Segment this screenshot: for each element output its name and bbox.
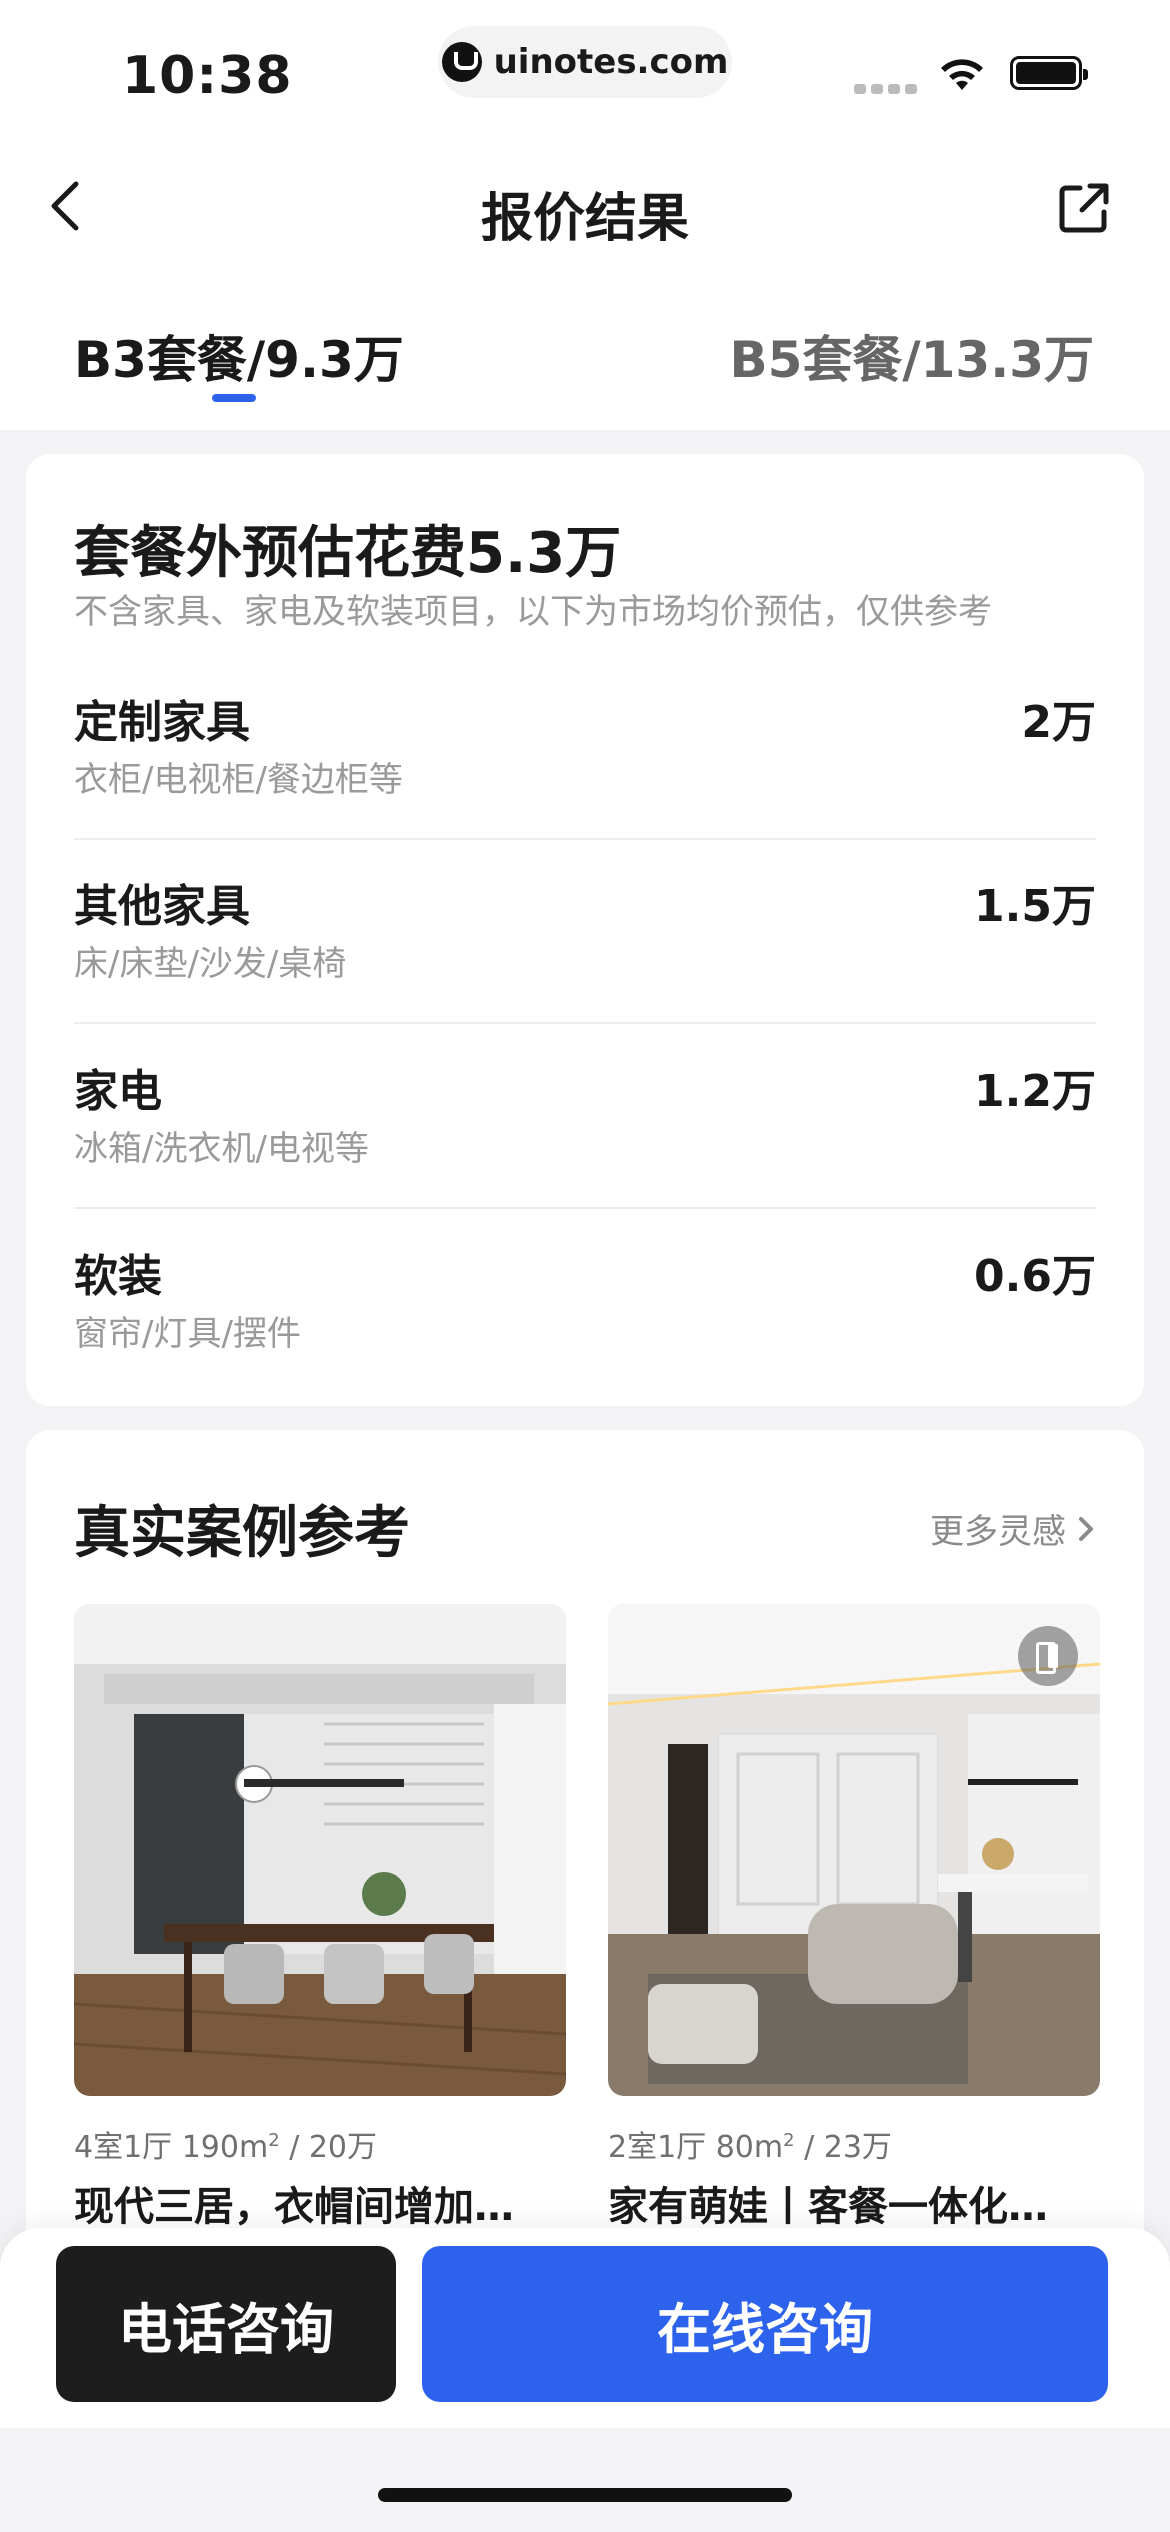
cost-row-desc: 冰箱/洗衣机/电视等 (74, 1129, 369, 1169)
case-name: 现代三居，衣帽间增加… (74, 2184, 514, 2230)
site-logo-icon (441, 42, 482, 82)
status-bar: 10:38 uinotes.com (0, 0, 1170, 140)
status-time: 10:38 (122, 46, 293, 106)
real-cases-title: 真实案例参考 (74, 1501, 410, 1566)
cost-row-value: 1.5万 (974, 881, 1096, 932)
package-tabs: B3套餐/9.3万 B5套餐/13.3万 (0, 270, 1170, 430)
cost-row-desc: 窗帘/灯具/摆件 (74, 1314, 301, 1354)
divider (74, 838, 1096, 840)
more-inspiration-link[interactable]: 更多灵感 (930, 1504, 1096, 1553)
active-tab-indicator (212, 394, 256, 402)
cost-row-label: 软装 (74, 1251, 162, 1302)
cost-row-desc: 床/床垫/沙发/桌椅 (74, 944, 347, 984)
case-item[interactable]: 2室1厅 80m2 / 23万 家有萌娃丨客餐一体化… (608, 1604, 1100, 2232)
cost-row-appliances: 家电 冰箱/洗衣机/电视等 1.2万 (74, 1055, 1096, 1241)
cost-row-desc: 衣柜/电视柜/餐边柜等 (74, 760, 403, 800)
cost-row-value: 2万 (1021, 697, 1096, 748)
cost-row-other-furniture: 其他家具 床/床垫/沙发/桌椅 1.5万 (74, 870, 1096, 1056)
cost-row-soft-decor: 软装 窗帘/灯具/摆件 0.6万 (74, 1240, 1096, 1426)
cost-row-label: 定制家具 (74, 697, 250, 748)
cost-row-label: 其他家具 (74, 881, 250, 932)
cost-row-custom-furniture: 定制家具 衣柜/电视柜/餐边柜等 2万 (74, 686, 1096, 872)
bottom-safe-area (0, 2428, 1170, 2532)
share-external-icon[interactable] (1056, 180, 1112, 236)
more-inspiration-label: 更多灵感 (930, 1512, 1066, 1552)
cost-row-value: 0.6万 (974, 1251, 1096, 1302)
case-meta: 2室1厅 80m2 / 23万 (608, 2130, 892, 2165)
battery-icon (1010, 56, 1088, 90)
page-title: 报价结果 (480, 189, 689, 249)
case-photo-dining-room (74, 1604, 566, 2096)
case-name: 家有萌娃丨客餐一体化… (608, 2184, 1048, 2230)
chevron-right-icon (1079, 1516, 1093, 1541)
divider (74, 1022, 1096, 1024)
case-meta: 4室1厅 190m2 / 20万 (74, 2130, 378, 2165)
url-pill[interactable]: uinotes.com (438, 26, 732, 98)
case-item[interactable]: 4室1厅 190m2 / 20万 现代三居，衣帽间增加… (74, 1604, 566, 2232)
wifi-icon (941, 59, 983, 90)
online-consult-button[interactable]: 在线咨询 (422, 2246, 1108, 2402)
extra-cost-title: 套餐外预估花费5.3万 (74, 521, 622, 586)
phone-consult-button[interactable]: 电话咨询 (56, 2246, 396, 2402)
signal-icon (854, 84, 917, 94)
cost-row-value: 1.2万 (974, 1066, 1096, 1117)
bottom-action-bar: 电话咨询 在线咨询 (0, 2228, 1170, 2428)
url-text: uinotes.com (493, 42, 729, 82)
tab-b3-package[interactable]: B3套餐/9.3万 (74, 320, 404, 392)
cost-row-label: 家电 (74, 1066, 162, 1117)
quote-result-page: 10:38 uinotes.com 报价结果 B3套餐/9.3万 B5套餐/13… (0, 0, 1170, 2532)
home-indicator (378, 2488, 792, 2502)
panorama-icon (1018, 1626, 1078, 1686)
nav-bar: 报价结果 (0, 140, 1170, 270)
extra-cost-card: 套餐外预估花费5.3万 不含家具、家电及软装项目，以下为市场均价预估，仅供参考 … (26, 454, 1144, 1406)
divider (74, 1207, 1096, 1209)
extra-cost-subtitle: 不含家具、家电及软装项目，以下为市场均价预估，仅供参考 (74, 592, 992, 632)
tab-b5-package[interactable]: B5套餐/13.3万 (729, 320, 1094, 392)
case-photo-living-room (608, 1604, 1100, 2096)
